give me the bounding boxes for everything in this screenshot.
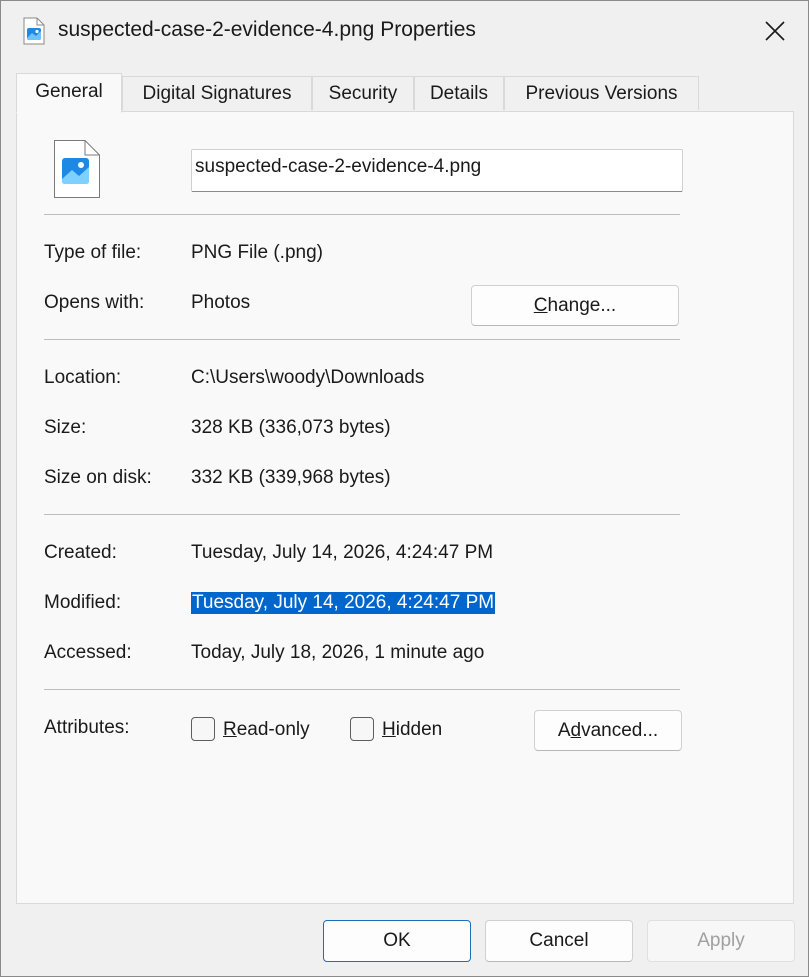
apply-button[interactable]: Apply xyxy=(647,920,795,962)
hidden-checkbox[interactable] xyxy=(350,717,374,741)
size-on-disk-label: Size on disk: xyxy=(44,467,152,488)
general-tab-panel xyxy=(16,111,794,904)
change-button[interactable]: Change... xyxy=(471,285,679,326)
tab-previous-versions[interactable]: Previous Versions xyxy=(504,76,699,110)
location-label: Location: xyxy=(44,367,122,388)
advanced-button[interactable]: Advanced... xyxy=(534,710,682,751)
opens-with-value: Photos xyxy=(191,292,251,313)
image-file-icon xyxy=(53,139,101,199)
image-file-icon xyxy=(23,17,45,45)
location-value: C:\Users\woody\Downloads xyxy=(191,367,425,388)
size-value: 328 KB (336,073 bytes) xyxy=(191,417,391,438)
ok-button[interactable]: OK xyxy=(323,920,471,962)
window-title: suspected-case-2-evidence-4.png Properti… xyxy=(58,18,476,41)
type-of-file-value: PNG File (.png) xyxy=(191,242,323,263)
tab-security[interactable]: Security xyxy=(312,76,414,110)
divider xyxy=(44,514,680,515)
close-icon xyxy=(765,21,785,41)
close-button[interactable] xyxy=(753,11,797,51)
attributes-label: Attributes: xyxy=(44,717,130,738)
size-on-disk-value: 332 KB (339,968 bytes) xyxy=(191,467,391,488)
cancel-button[interactable]: Cancel xyxy=(485,920,633,962)
properties-dialog: suspected-case-2-evidence-4.png Properti… xyxy=(0,0,809,977)
divider xyxy=(44,689,680,690)
read-only-label[interactable]: Read-only xyxy=(223,719,310,741)
divider xyxy=(44,214,680,215)
divider xyxy=(44,339,680,340)
title-bar: suspected-case-2-evidence-4.png Properti… xyxy=(1,1,808,63)
tab-general[interactable]: General xyxy=(16,73,122,113)
created-label: Created: xyxy=(44,542,117,563)
read-only-checkbox[interactable] xyxy=(191,717,215,741)
hidden-label[interactable]: Hidden xyxy=(382,719,442,741)
tab-digital-signatures[interactable]: Digital Signatures xyxy=(122,76,312,110)
modified-label: Modified: xyxy=(44,592,122,613)
created-value: Tuesday, July 14, 2026, 4:24:47 PM xyxy=(191,542,494,563)
opens-with-label: Opens with: xyxy=(44,292,145,313)
file-name-input[interactable] xyxy=(191,149,683,192)
type-of-file-label: Type of file: xyxy=(44,242,142,263)
accessed-label: Accessed: xyxy=(44,642,132,663)
size-label: Size: xyxy=(44,417,87,438)
modified-value[interactable]: Tuesday, July 14, 2026, 4:24:47 PM xyxy=(191,592,496,614)
tab-details[interactable]: Details xyxy=(414,76,504,110)
accessed-value: Today, July 18, 2026, 1 minute ago xyxy=(191,642,485,663)
